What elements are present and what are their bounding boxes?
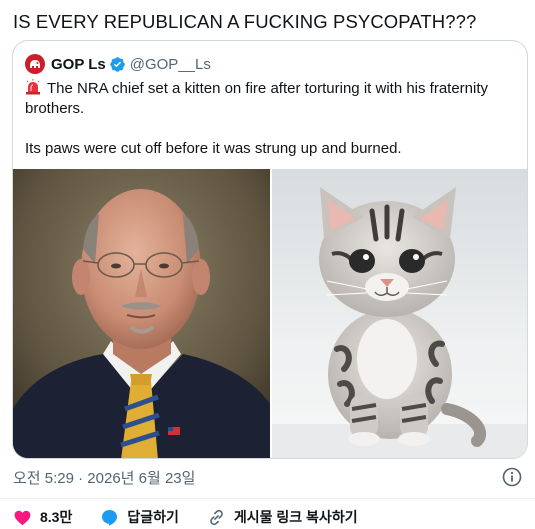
verified-badge-icon — [109, 56, 126, 73]
action-bar: 8.3만 답글하기 게시물 링크 복사하기 — [13, 506, 386, 528]
info-icon[interactable] — [502, 467, 522, 487]
quoted-line-2: brothers. — [25, 100, 85, 117]
actions-divider — [0, 498, 535, 499]
kitten-image[interactable] — [272, 169, 527, 458]
link-icon — [210, 509, 223, 525]
quoted-line-3: Its paws were cut off before it was stru… — [25, 140, 402, 157]
quoted-display-name[interactable]: GOP Ls — [51, 56, 106, 73]
reply-button[interactable]: 답글하기 — [100, 507, 179, 527]
quoted-tweet-card[interactable]: GOP Ls @GOP__Ls The NRA chief set a kitt… — [12, 40, 528, 459]
reply-icon — [102, 509, 118, 526]
quoted-tweet-body: The NRA chief set a kitten on fire after… — [25, 79, 515, 159]
like-count: 8.3만 — [40, 509, 73, 525]
siren-icon — [25, 79, 41, 95]
reply-label: 답글하기 — [127, 509, 179, 525]
quoted-handle[interactable]: @GOP__Ls — [130, 56, 211, 73]
quoted-line-1: The NRA chief set a kitten on fire after… — [25, 79, 515, 99]
like-button[interactable]: 8.3만 — [13, 507, 72, 527]
copy-link-label: 게시물 링크 복사하기 — [233, 509, 358, 525]
man-portrait-image[interactable] — [13, 169, 270, 458]
heart-icon — [14, 510, 31, 525]
quoted-tweet-header: GOP Ls @GOP__Ls — [25, 53, 211, 75]
copy-link-button[interactable]: 게시물 링크 복사하기 — [207, 507, 358, 527]
tweet-text: IS EVERY REPUBLICAN A FUCKING PSYCOPATH?… — [13, 11, 477, 32]
gop-logo-icon[interactable] — [25, 54, 45, 74]
tweet-timestamp[interactable]: 오전 5:29 · 2026년 6월 23일 — [13, 467, 195, 488]
media-grid[interactable] — [13, 169, 527, 458]
